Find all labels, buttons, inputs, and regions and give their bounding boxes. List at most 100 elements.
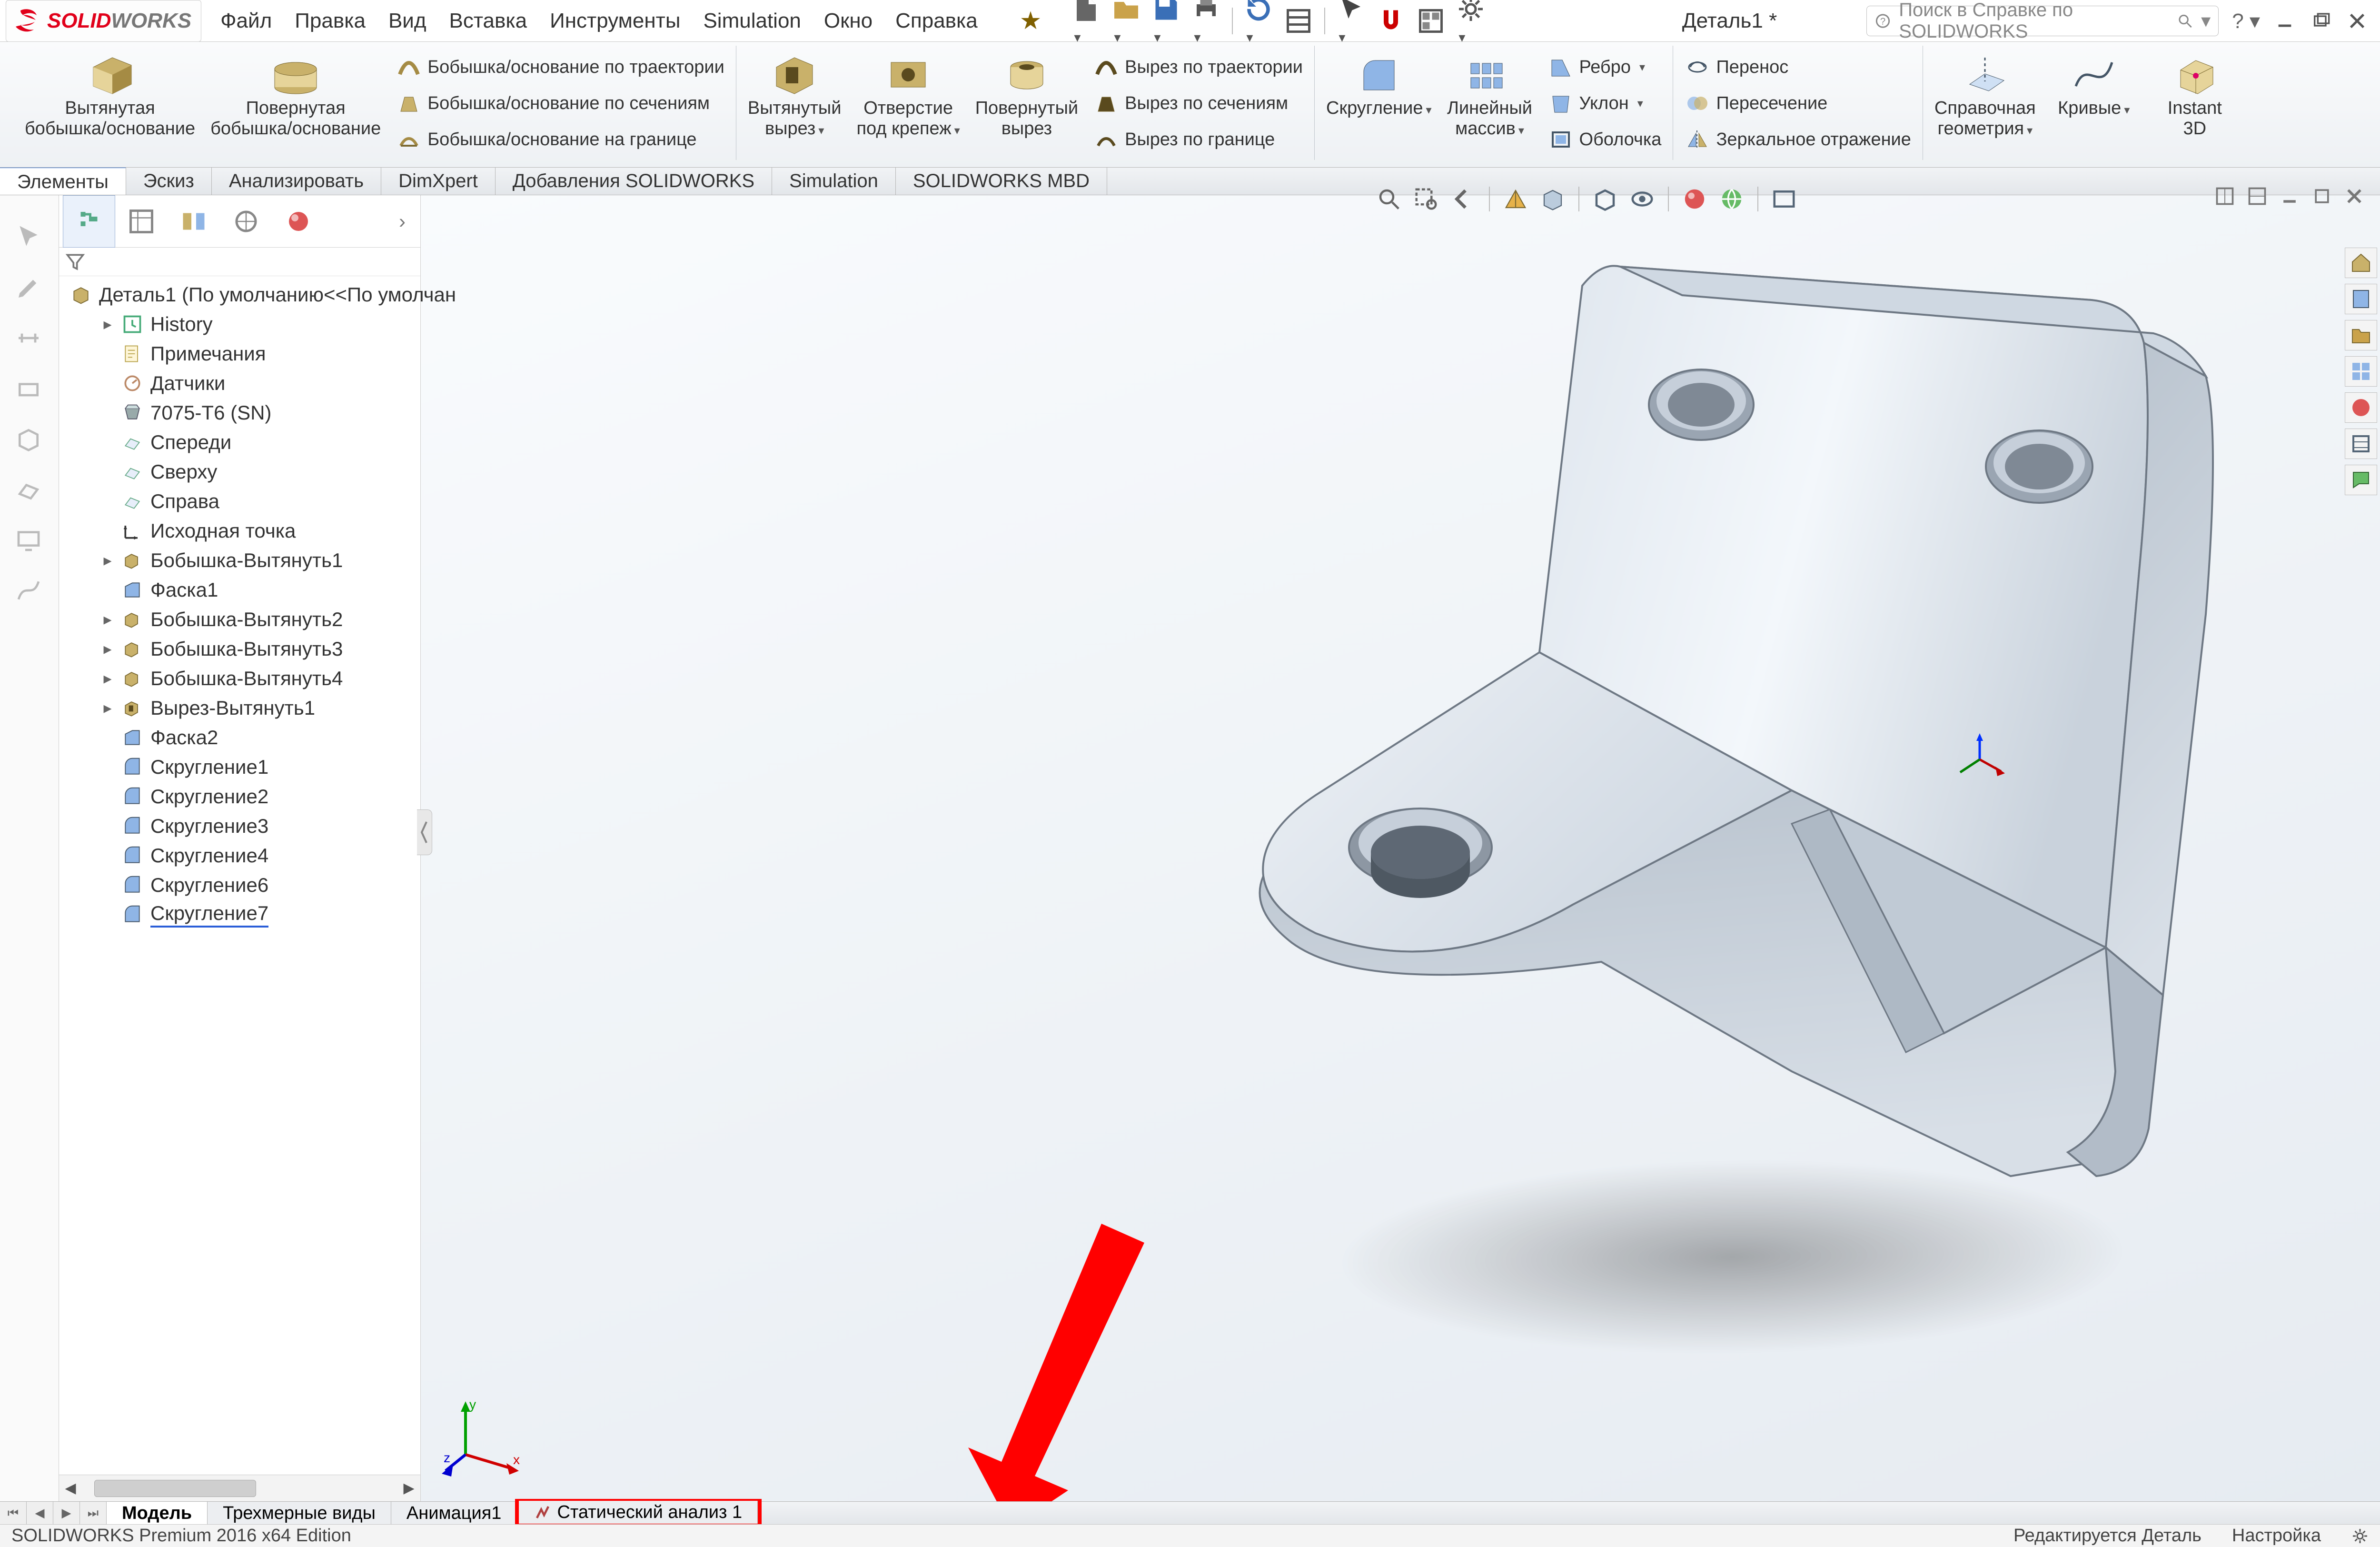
fm-horizontal-scrollbar[interactable]: ◀ ▶ <box>59 1475 420 1501</box>
tab-nav-last[interactable]: ⏭ <box>80 1502 107 1525</box>
fm-tab-tree[interactable] <box>63 195 115 248</box>
swept-boss-button[interactable]: Бобышка/основание по траектории <box>396 50 724 84</box>
tree-expand-icon[interactable]: ▸ <box>101 699 114 718</box>
tab-nav-next[interactable]: ▶ <box>53 1502 80 1525</box>
zoom-fit-button[interactable] <box>1375 185 1403 213</box>
tree-item-3[interactable]: 7075-T6 (SN) <box>63 398 416 428</box>
extruded-cut-button[interactable]: Вытянутыйвырез <box>748 48 842 140</box>
scene-button[interactable] <box>1717 185 1746 213</box>
cm-tab-simulation[interactable]: Simulation <box>772 167 896 195</box>
doc-minimize-button[interactable] <box>2279 186 2302 209</box>
prev-view-button[interactable] <box>1449 185 1478 213</box>
tree-item-8[interactable]: ▸Бобышка-Вытянуть1 <box>63 546 416 575</box>
side-select-icon[interactable] <box>15 224 44 252</box>
maximize-button[interactable] <box>2310 10 2332 32</box>
tree-item-4[interactable]: Спереди <box>63 428 416 457</box>
tree-expand-icon[interactable]: ▸ <box>101 315 114 334</box>
wrap-button[interactable]: Перенос <box>1685 50 1911 84</box>
appearance-button[interactable] <box>1680 185 1709 213</box>
side-feature-icon[interactable] <box>15 426 44 454</box>
side-dim-icon[interactable] <box>15 325 44 353</box>
tree-item-11[interactable]: ▸Бобышка-Вытянуть3 <box>63 634 416 664</box>
fm-tab-property[interactable] <box>115 195 168 248</box>
scroll-right-button[interactable]: ▶ <box>397 1477 420 1500</box>
qa-options-button[interactable] <box>1284 7 1313 35</box>
menu-file[interactable]: Файл <box>220 9 272 33</box>
tree-item-1[interactable]: Примечания <box>63 339 416 369</box>
intersect-button[interactable]: Пересечение <box>1685 87 1911 120</box>
linear-pattern-button[interactable]: Линейныймассив <box>1447 48 1533 140</box>
bottom-tab-animation[interactable]: Анимация1 <box>391 1502 517 1525</box>
doc-maximize-button[interactable] <box>2311 186 2334 209</box>
tree-expand-icon[interactable]: ▸ <box>101 669 114 688</box>
draft-button[interactable]: Уклон <box>1548 87 1662 120</box>
qa-layout-button[interactable] <box>1417 7 1445 35</box>
help-search-input[interactable]: ? Поиск в Справке по SOLIDWORKS ▾ <box>1866 6 2219 36</box>
reference-geometry-button[interactable]: Справочнаягеометрия <box>1934 48 2036 140</box>
tree-item-20[interactable]: Скругление7 <box>63 900 416 929</box>
tree-item-5[interactable]: Сверху <box>63 457 416 487</box>
curves-button[interactable]: Кривые <box>2051 48 2137 119</box>
cm-tab-mbd[interactable]: SOLIDWORKS MBD <box>896 167 1107 195</box>
view-settings-button[interactable] <box>1770 185 1798 213</box>
panel-splitter-handle[interactable] <box>417 809 432 855</box>
display-style-button[interactable] <box>1591 185 1619 213</box>
search-dropdown-icon[interactable]: ▾ <box>2201 10 2211 32</box>
fillet-button[interactable]: Скругление <box>1326 48 1432 119</box>
menu-edit[interactable]: Правка <box>295 9 366 33</box>
extruded-boss-button[interactable]: Вытянутаябобышка/основание <box>25 48 195 140</box>
menu-window[interactable]: Окно <box>824 9 873 33</box>
view-triad[interactable]: y x z <box>442 1393 527 1478</box>
minimize-button[interactable] <box>2273 10 2296 32</box>
orientation-button[interactable] <box>1538 185 1567 213</box>
fm-tab-dimxpert[interactable] <box>220 195 272 248</box>
revolved-boss-button[interactable]: Повернутаябобышка/основание <box>210 48 381 140</box>
cm-tab-sketch[interactable]: Эскиз <box>126 167 212 195</box>
menu-pin-icon[interactable]: ★ <box>1020 7 1042 35</box>
bottom-tab-static-analysis[interactable]: Статический анализ 1 <box>519 1501 758 1524</box>
taskpane-custom-props[interactable] <box>2345 429 2377 459</box>
menu-view[interactable]: Вид <box>388 9 426 33</box>
taskpane-view-palette[interactable] <box>2345 356 2377 387</box>
taskpane-home[interactable] <box>2345 248 2377 278</box>
tree-item-6[interactable]: Справа <box>63 487 416 516</box>
graphics-area[interactable]: y x z <box>421 195 2380 1501</box>
tree-item-9[interactable]: Фаска1 <box>63 575 416 605</box>
taskpane-forum[interactable] <box>2345 465 2377 495</box>
section-view-button[interactable] <box>1501 185 1530 213</box>
qa-magnet-button[interactable] <box>1377 7 1405 35</box>
tree-expand-icon[interactable]: ▸ <box>101 610 114 629</box>
tree-item-2[interactable]: Датчики <box>63 369 416 398</box>
instant-3d-button[interactable]: Instant3D <box>2152 48 2238 140</box>
taskpane-appearances[interactable] <box>2345 392 2377 423</box>
tree-item-10[interactable]: ▸Бобышка-Вытянуть2 <box>63 605 416 634</box>
app-logo[interactable]: SOLIDWORKS <box>6 0 201 42</box>
side-curve-icon[interactable] <box>15 577 44 606</box>
menu-insert[interactable]: Вставка <box>449 9 527 33</box>
doc-layout-button[interactable] <box>2214 186 2237 209</box>
side-plane-icon[interactable] <box>15 476 44 505</box>
boundary-cut-button[interactable]: Вырез по границе <box>1093 123 1303 156</box>
status-customize[interactable]: Настройка <box>2232 1526 2321 1546</box>
qa-save-button[interactable] <box>1152 0 1180 47</box>
cm-tab-evaluate[interactable]: Анализировать <box>212 167 381 195</box>
zoom-area-button[interactable] <box>1412 185 1440 213</box>
rib-button[interactable]: Ребро <box>1548 50 1662 84</box>
cm-tab-features[interactable]: Элементы <box>0 167 126 195</box>
qa-settings-button[interactable] <box>1457 0 1485 47</box>
cm-tab-sw-addins[interactable]: Добавления SOLIDWORKS <box>496 167 772 195</box>
tree-expand-icon[interactable]: ▸ <box>101 639 114 659</box>
tree-item-17[interactable]: Скругление3 <box>63 811 416 841</box>
bottom-tab-3dviews[interactable]: Трехмерные виды <box>208 1502 391 1525</box>
taskpane-library[interactable] <box>2345 284 2377 314</box>
tree-item-15[interactable]: Скругление1 <box>63 752 416 782</box>
fm-tab-config[interactable] <box>168 195 220 248</box>
boundary-boss-button[interactable]: Бобышка/основание на границе <box>396 123 724 156</box>
tree-item-19[interactable]: Скругление6 <box>63 870 416 900</box>
tree-item-13[interactable]: ▸Вырез-Вытянуть1 <box>63 693 416 723</box>
shell-button[interactable]: Оболочка <box>1548 123 1662 156</box>
qa-print-button[interactable] <box>1192 0 1220 47</box>
tree-item-12[interactable]: ▸Бобышка-Вытянуть4 <box>63 664 416 693</box>
side-display-icon[interactable] <box>15 527 44 555</box>
fm-tab-overflow[interactable]: › <box>388 195 416 248</box>
